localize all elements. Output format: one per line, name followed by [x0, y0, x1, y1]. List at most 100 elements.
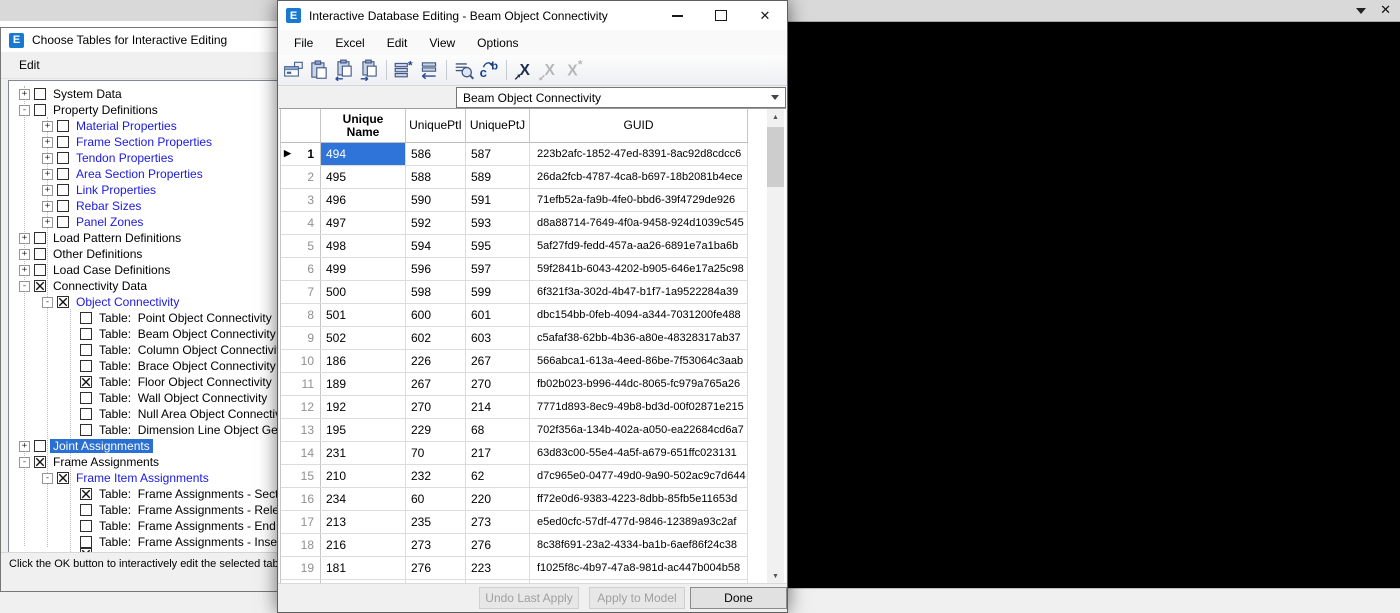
- table-cell[interactable]: d8a88714-7649-4f0a-9458-924d1039c545: [530, 212, 748, 234]
- table-selector-combo[interactable]: Beam Object Connectivity: [456, 87, 786, 108]
- table-cell[interactable]: 270: [466, 373, 530, 395]
- checkbox-unchecked[interactable]: [34, 440, 46, 452]
- table-cell[interactable]: 232: [406, 465, 466, 487]
- column-header-guid[interactable]: GUID: [530, 109, 748, 142]
- column-header-uniqueptj[interactable]: UniquePtJ: [466, 109, 530, 142]
- table-cell[interactable]: 26da2fcb-4787-4ca8-b697-18b2081b4ece: [530, 166, 748, 188]
- checkbox-unchecked[interactable]: [57, 200, 69, 212]
- table-cell[interactable]: 223b2afc-1852-47ed-8391-8ac92d8cdcc6: [530, 143, 748, 165]
- table-cell[interactable]: e5ed0cfc-57df-477d-9846-12389a93c2af: [530, 511, 748, 533]
- table-cell[interactable]: 594: [406, 235, 466, 257]
- tree-item[interactable]: +Load Pattern Definitions: [9, 230, 279, 246]
- table-cell[interactable]: 223: [466, 557, 530, 579]
- table-row[interactable]: 8501600601dbc154bb-0feb-4094-a344-703120…: [281, 304, 748, 327]
- table-cell[interactable]: 267: [406, 373, 466, 395]
- tree-item[interactable]: +Rebar Sizes: [9, 198, 279, 214]
- find-icon[interactable]: [453, 59, 475, 81]
- vertical-scrollbar[interactable]: ▲ ▼: [767, 109, 784, 584]
- table-cell[interactable]: 494: [321, 143, 406, 165]
- collapse-minus-icon[interactable]: -: [42, 297, 53, 308]
- table-cell[interactable]: 229: [406, 419, 466, 441]
- tree-item[interactable]: Table: Column Object Connectivity: [9, 342, 279, 358]
- row-number-cell[interactable]: 7: [281, 281, 321, 303]
- minimize-button[interactable]: [655, 1, 699, 30]
- table-row[interactable]: 10186226267566abca1-613a-4eed-86be-7f530…: [281, 350, 748, 373]
- table-row[interactable]: 1▶494586587223b2afc-1852-47ed-8391-8ac92…: [281, 143, 748, 166]
- table-cell[interactable]: 186: [321, 350, 406, 372]
- tree-item[interactable]: Table: Beam Object Connectivity: [9, 326, 279, 342]
- table-cell[interactable]: 601: [466, 304, 530, 326]
- table-row[interactable]: 649959659759f2841b-6043-4202-b905-646e17…: [281, 258, 748, 281]
- table-cell[interactable]: f1025f8c-4b97-47a8-981d-ac447b004b58: [530, 557, 748, 579]
- checkbox-unchecked[interactable]: [80, 408, 92, 420]
- table-cell[interactable]: 498: [321, 235, 406, 257]
- maximize-button[interactable]: [699, 1, 743, 30]
- insert-rows-icon[interactable]: *: [393, 59, 415, 81]
- table-cell[interactable]: 71efb52a-fa9b-4fe0-bbd6-39f4729de926: [530, 189, 748, 211]
- checkbox-unchecked[interactable]: [80, 360, 92, 372]
- table-cell[interactable]: 63d83c00-55e4-4a5f-a679-651ffc023131: [530, 442, 748, 464]
- tables-tree[interactable]: +System Data-Property Definitions+Materi…: [8, 80, 280, 558]
- checkbox-unchecked[interactable]: [57, 120, 69, 132]
- checkbox-unchecked[interactable]: [80, 312, 92, 324]
- table-cell[interactable]: 499: [321, 258, 406, 280]
- table-cell[interactable]: 496: [321, 189, 406, 211]
- table-cell[interactable]: 7771d893-8ec9-49b8-bd3d-00f02871e215: [530, 396, 748, 418]
- table-cell[interactable]: 68: [466, 419, 530, 441]
- table-cell[interactable]: dbc154bb-0feb-4094-a344-7031200fe488: [530, 304, 748, 326]
- expand-plus-icon[interactable]: +: [19, 249, 30, 260]
- table-cell[interactable]: 59f2841b-6043-4202-b905-646e17a25c98: [530, 258, 748, 280]
- checkbox-unchecked[interactable]: [57, 136, 69, 148]
- expand-plus-icon[interactable]: +: [42, 185, 53, 196]
- table-row[interactable]: 4497592593d8a88714-7649-4f0a-9458-924d10…: [281, 212, 748, 235]
- row-number-cell[interactable]: 2: [281, 166, 321, 188]
- checkbox-checked[interactable]: [57, 472, 69, 484]
- tree-item[interactable]: -Frame Item Assignments: [9, 470, 279, 486]
- table-row[interactable]: 1521023262d7c965e0-0477-49d0-9a90-502ac9…: [281, 465, 748, 488]
- expand-plus-icon[interactable]: +: [19, 441, 30, 452]
- tree-item[interactable]: -Frame Assignments: [9, 454, 279, 470]
- table-cell[interactable]: 593: [466, 212, 530, 234]
- tree-item[interactable]: -Connectivity Data: [9, 278, 279, 294]
- expand-plus-icon[interactable]: +: [42, 153, 53, 164]
- table-cell[interactable]: 214: [466, 396, 530, 418]
- expand-plus-icon[interactable]: +: [42, 121, 53, 132]
- table-cell[interactable]: 602: [406, 327, 466, 349]
- row-number-cell[interactable]: 17: [281, 511, 321, 533]
- table-cell[interactable]: 270: [406, 396, 466, 418]
- table-cell[interactable]: 586: [406, 143, 466, 165]
- checkbox-unchecked[interactable]: [34, 88, 46, 100]
- checkbox-checked[interactable]: [57, 296, 69, 308]
- column-header-unique-name[interactable]: Unique Name: [321, 109, 406, 142]
- menu-item-edit[interactable]: Edit: [13, 58, 46, 72]
- done-button[interactable]: Done: [690, 587, 787, 609]
- tree-item[interactable]: Table: Frame Assignments - End Leng: [9, 518, 279, 534]
- table-cell[interactable]: 70: [406, 442, 466, 464]
- table-cell[interactable]: 495: [321, 166, 406, 188]
- checkbox-unchecked[interactable]: [80, 536, 92, 548]
- tree-item[interactable]: +Load Case Definitions: [9, 262, 279, 278]
- table-row[interactable]: 54985945955af27fd9-fedd-457a-aa26-6891e7…: [281, 235, 748, 258]
- table-row[interactable]: 17213235273e5ed0cfc-57df-477d-9846-12389…: [281, 511, 748, 534]
- table-cell[interactable]: 597: [466, 258, 530, 280]
- tree-item[interactable]: +Frame Section Properties: [9, 134, 279, 150]
- tree-item[interactable]: +Material Properties: [9, 118, 279, 134]
- checkbox-unchecked[interactable]: [34, 232, 46, 244]
- table-cell[interactable]: 502: [321, 327, 406, 349]
- table-cell[interactable]: 588: [406, 166, 466, 188]
- row-number-cell[interactable]: 19: [281, 557, 321, 579]
- table-cell[interactable]: 587: [466, 143, 530, 165]
- tree-item[interactable]: Table: Floor Object Connectivity: [9, 374, 279, 390]
- table-cell[interactable]: 702f356a-134b-402a-a050-ea22684cd6a7: [530, 419, 748, 441]
- collapse-minus-icon[interactable]: -: [19, 281, 30, 292]
- dialog-titlebar[interactable]: E Interactive Database Editing - Beam Ob…: [278, 1, 787, 30]
- undo-rows-icon[interactable]: [418, 59, 440, 81]
- menu-item-view[interactable]: View: [418, 36, 466, 50]
- checkbox-unchecked[interactable]: [80, 504, 92, 516]
- table-row[interactable]: 11189267270fb02b023-b996-44dc-8065-fc979…: [281, 373, 748, 396]
- close-button[interactable]: ✕: [743, 1, 787, 30]
- collapse-minus-icon[interactable]: -: [19, 105, 30, 116]
- table-row[interactable]: 75005985996f321f3a-302d-4b47-b1f7-1a9522…: [281, 281, 748, 304]
- checkbox-unchecked[interactable]: [80, 424, 92, 436]
- tree-item[interactable]: -Object Connectivity: [9, 294, 279, 310]
